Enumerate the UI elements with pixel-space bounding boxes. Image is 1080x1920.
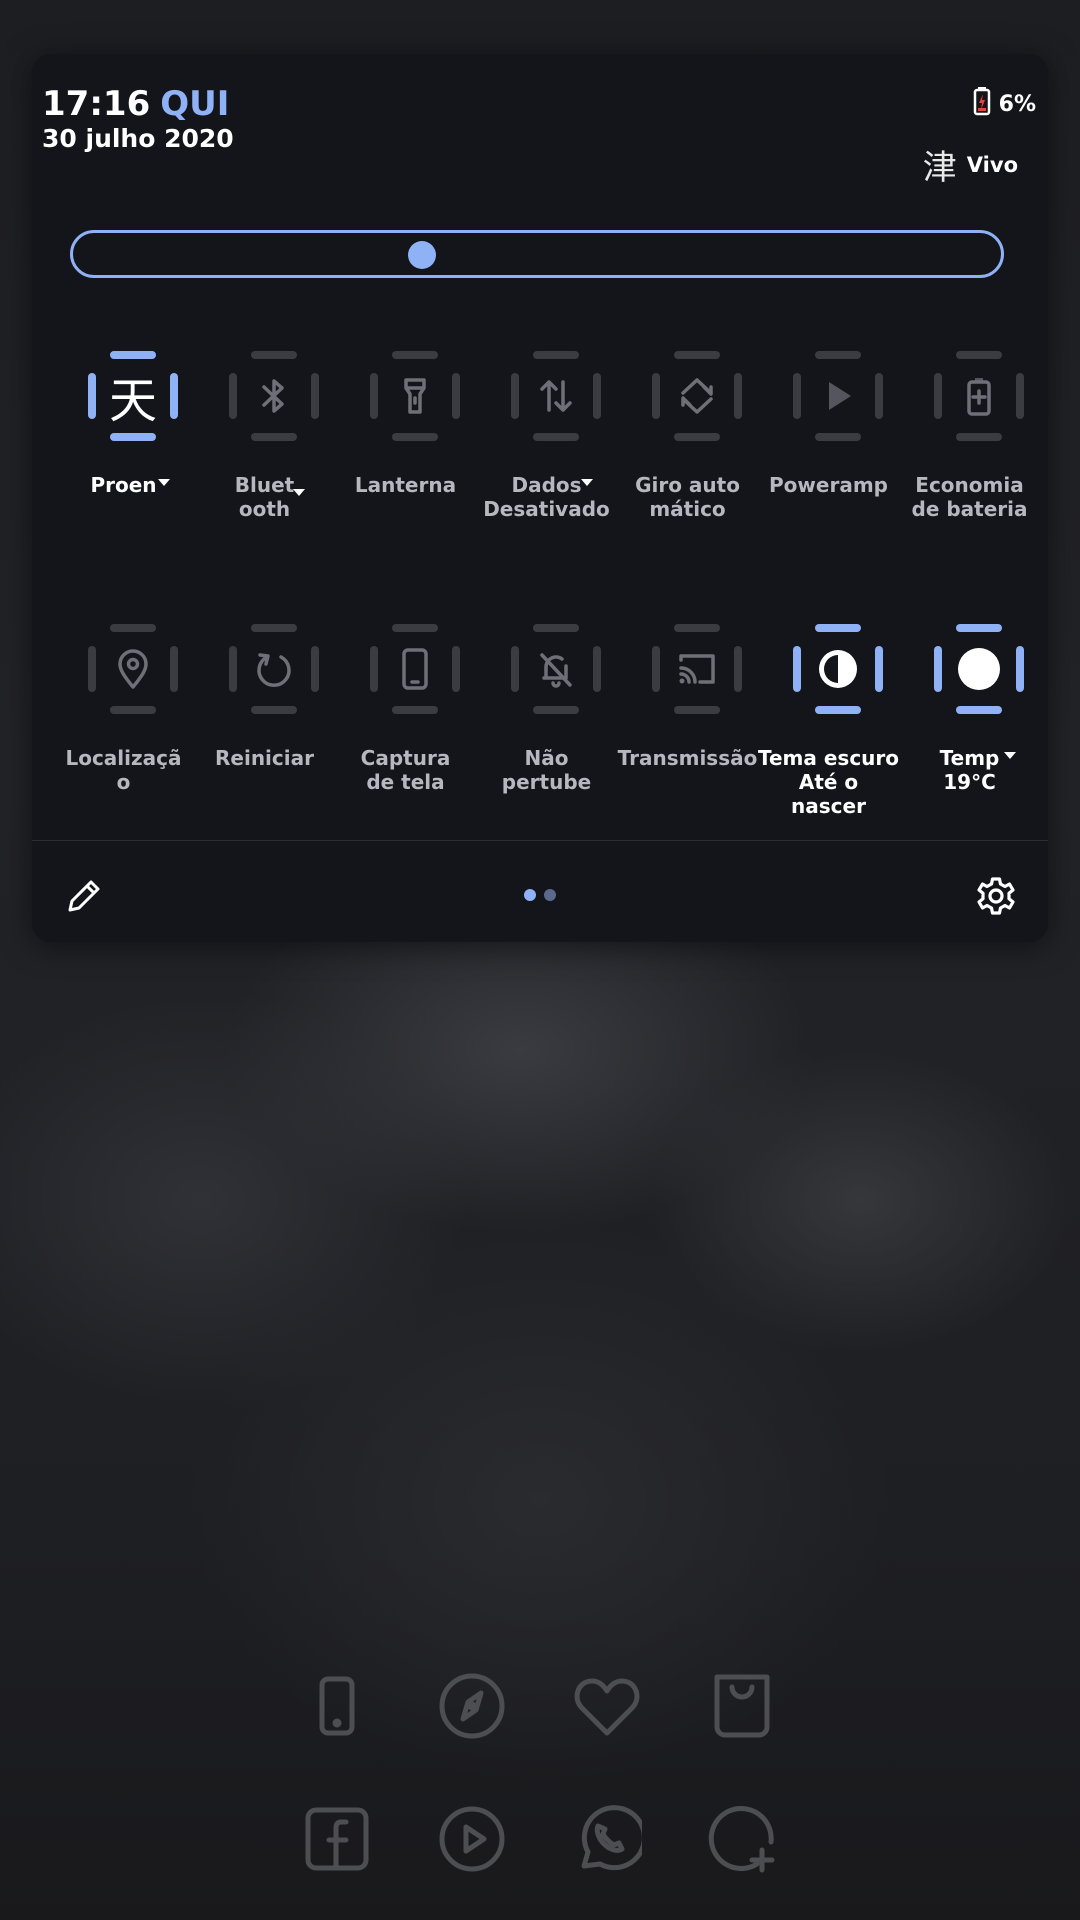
heart-icon[interactable]	[572, 1671, 642, 1741]
tile-label: Tema escuro Até o nascer	[758, 746, 899, 818]
tile-label: Dados Desativado	[483, 473, 610, 521]
quick-settings-panel: 17:16 QUI 30 julho 2020 6% 津 Vivo 天 Proen B…	[32, 54, 1048, 942]
tile-location[interactable]: Localizaçã o	[53, 624, 194, 804]
tile-flashlight[interactable]: Lanterna	[335, 351, 476, 531]
bluetooth-icon	[229, 351, 319, 441]
settings-button[interactable]	[974, 874, 1018, 918]
tile-restart[interactable]: Reiniciar	[194, 624, 335, 804]
battery-icon	[973, 86, 991, 122]
tile-label: Poweramp	[769, 473, 888, 497]
carrier-info: 津 Vivo	[923, 140, 1018, 189]
chevron-down-icon[interactable]	[158, 479, 170, 486]
tile-label: Transmissão	[617, 746, 758, 770]
play-circle-icon[interactable]	[437, 1804, 507, 1874]
tile-frame	[652, 351, 742, 441]
tile-auto-rotate[interactable]: Giro auto mático	[617, 351, 758, 531]
clock-day: QUI	[160, 84, 230, 124]
tile-frame	[793, 351, 883, 441]
pencil-icon	[68, 880, 100, 912]
tile-frame	[511, 351, 601, 441]
tile-label: Proen	[90, 473, 157, 497]
tile-dnd[interactable]: Não pertube	[476, 624, 617, 804]
tile-cast[interactable]: Transmissão	[617, 624, 758, 804]
tile-frame	[370, 624, 460, 714]
date[interactable]: 30 julho 2020	[42, 124, 234, 153]
location-pin-icon	[88, 624, 178, 714]
tile-label: Não pertube	[501, 746, 592, 794]
tile-label: Bluet ooth	[234, 473, 295, 521]
battery-plus-icon	[934, 351, 1024, 441]
phone-outline-icon[interactable]	[302, 1671, 372, 1741]
contrast-icon	[793, 624, 883, 714]
tile-frame: 天	[88, 351, 178, 441]
phone-icon	[370, 624, 460, 714]
tile-frame	[229, 351, 319, 441]
divider	[32, 840, 1048, 841]
brightness-slider[interactable]	[70, 230, 1004, 278]
tile-bluetooth[interactable]: Bluet ooth	[194, 351, 335, 531]
tile-frame	[88, 624, 178, 714]
edit-button[interactable]	[62, 874, 106, 918]
compass-icon[interactable]	[437, 1671, 507, 1741]
clock[interactable]: 17:16 QUI	[42, 84, 229, 124]
tile-battery-saver[interactable]: Economia de bateria	[899, 351, 1040, 531]
clock-time: 17:16	[42, 84, 151, 124]
tile-frame	[934, 624, 1024, 714]
shopping-bag-icon[interactable]	[707, 1671, 777, 1741]
gear-icon	[977, 877, 1015, 915]
tile-temperature[interactable]: Temp 19°C	[899, 624, 1040, 804]
tile-frame	[793, 624, 883, 714]
carrier-name: Vivo	[966, 152, 1018, 177]
page-dot[interactable]	[524, 889, 536, 901]
tile-frame	[511, 624, 601, 714]
tile-label: Lanterna	[354, 473, 457, 497]
brightness-slider-thumb[interactable]	[408, 241, 437, 269]
page-indicator	[524, 889, 556, 901]
flashlight-icon	[370, 351, 460, 441]
kanji-icon: 天	[88, 351, 178, 441]
tile-glyph: 天	[108, 373, 157, 429]
carrier-logo: 津	[922, 148, 957, 188]
circle-icon	[934, 624, 1024, 714]
tile-frame	[229, 624, 319, 714]
tile-frame	[652, 624, 742, 714]
tile-mobile-data[interactable]: Dados Desativado	[476, 351, 617, 531]
chevron-down-icon[interactable]	[293, 489, 305, 496]
tile-screenshot[interactable]: Captura de tela	[335, 624, 476, 804]
play-icon	[793, 351, 883, 441]
tile-label: Economia de bateria	[911, 473, 1028, 521]
tile-poweramp[interactable]: Poweramp	[758, 351, 899, 531]
battery-percent: 6%	[998, 91, 1036, 117]
restart-icon	[229, 624, 319, 714]
tile-label: Captura de tela	[360, 746, 451, 794]
tile-label: Giro auto mático	[635, 473, 740, 521]
rotate-icon	[652, 351, 742, 441]
add-circle-icon[interactable]	[707, 1804, 777, 1874]
facebook-icon[interactable]	[302, 1804, 372, 1874]
whatsapp-icon[interactable]	[572, 1804, 647, 1874]
data-arrows-icon	[511, 351, 601, 441]
bell-off-icon	[511, 624, 601, 714]
tile-frame	[370, 351, 460, 441]
tile-label: Localizaçã o	[65, 746, 182, 794]
chevron-down-icon[interactable]	[1004, 752, 1016, 759]
chevron-down-icon[interactable]	[581, 479, 593, 486]
tile-weather-kanji[interactable]: 天 Proen	[53, 351, 194, 531]
tile-label: Temp 19°C	[939, 746, 1000, 794]
tile-label: Reiniciar	[215, 746, 314, 770]
tile-frame	[934, 351, 1024, 441]
cast-icon	[652, 624, 742, 714]
page-dot[interactable]	[544, 889, 556, 901]
battery-status: 6%	[973, 86, 1036, 122]
tile-dark-theme[interactable]: Tema escuro Até o nascer	[758, 624, 899, 818]
